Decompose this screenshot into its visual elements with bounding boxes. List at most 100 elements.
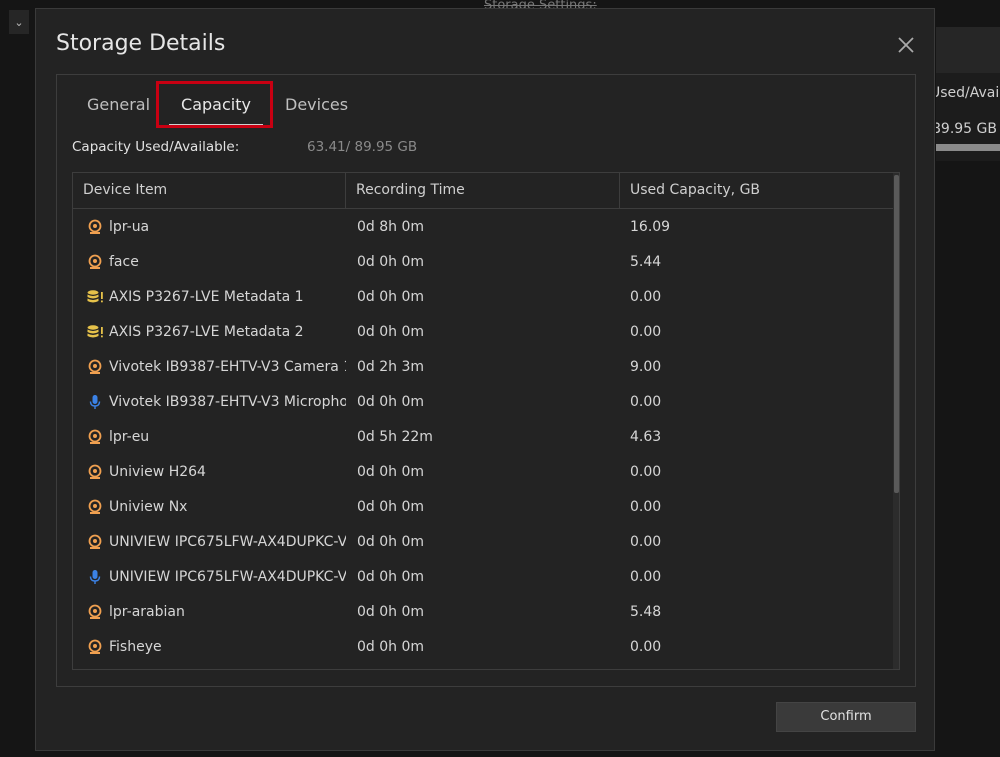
cell-recording-time: 0d 0h 0m — [357, 603, 425, 620]
cell-recording-time: 0d 0h 0m — [357, 498, 425, 515]
table-row[interactable]: lpr-ua 0d 8h 0m 16.09 — [73, 209, 893, 244]
device-name: face — [109, 253, 139, 270]
camera-icon — [86, 428, 104, 446]
cell-used-capacity: 0.00 — [630, 288, 662, 305]
device-name: Vivotek IB9387-EHTV-V3 Camera 1 — [109, 358, 346, 375]
table-row[interactable]: Vivotek IB9387-EHTV-V3 Microphone 0d 0h 0… — [73, 384, 893, 419]
table-body: lpr-ua 0d 8h 0m 16.09 face 0d 0h 0m 5.44 AXIS … — [73, 209, 893, 664]
collapse-chevron-icon[interactable]: ⌄ — [9, 10, 29, 34]
cell-device-item: UNIVIEW IPC675LFW-AX4DUPKC-VG — [73, 568, 346, 586]
cell-used-capacity: 9.00 — [630, 358, 662, 375]
background-panel-header — [936, 27, 1000, 73]
cell-recording-time: 0d 0h 0m — [357, 253, 425, 270]
background-column-label-text: Used/Available — [936, 85, 1000, 101]
scrollbar-thumb[interactable] — [894, 175, 899, 493]
microphone-icon — [86, 393, 104, 411]
column-header-device-item[interactable]: Device Item — [73, 173, 346, 208]
cell-recording-time: 0d 0h 0m — [357, 393, 425, 410]
cell-recording-time: 0d 0h 0m — [357, 533, 425, 550]
capacity-value: 63.41/ 89.95 GB — [307, 139, 418, 155]
metadata-icon — [86, 288, 104, 306]
table-row[interactable]: lpr-arabian 0d 0h 0m 5.48 — [73, 594, 893, 629]
cell-used-capacity: 16.09 — [630, 218, 671, 235]
table-row[interactable]: UNIVIEW IPC675LFW-AX4DUPKC-VG 0d 0h 0m 0.0… — [73, 524, 893, 559]
device-name: Fisheye — [109, 638, 162, 655]
close-button[interactable] — [894, 33, 918, 57]
microphone-icon — [86, 568, 104, 586]
camera-icon — [86, 638, 104, 656]
cell-recording-time: 0d 8h 0m — [357, 218, 425, 235]
camera-icon — [86, 218, 104, 236]
table-row[interactable]: lpr-eu 0d 5h 22m 4.63 — [73, 419, 893, 454]
cell-recording-time: 0d 5h 22m — [357, 428, 433, 445]
camera-icon — [86, 253, 104, 271]
cell-device-item: AXIS P3267-LVE Metadata 1 — [73, 288, 346, 306]
device-name: Uniview H264 — [109, 463, 206, 480]
cell-used-capacity: 0.00 — [630, 568, 662, 585]
cell-recording-time: 0d 0h 0m — [357, 568, 425, 585]
cell-recording-time: 0d 0h 0m — [357, 288, 425, 305]
table-row[interactable]: UNIVIEW IPC675LFW-AX4DUPKC-VG 0d 0h 0m 0.0… — [73, 559, 893, 594]
cell-device-item: Vivotek IB9387-EHTV-V3 Microphone — [73, 393, 346, 411]
cell-recording-time: 0d 0h 0m — [357, 323, 425, 340]
storage-details-dialog: Storage Details General Capacity Devices… — [35, 8, 935, 751]
capacity-table: Device Item Recording Time Used Capacity… — [72, 172, 900, 670]
cell-device-item: lpr-arabian — [73, 603, 346, 621]
table-row[interactable]: Vivotek IB9387-EHTV-V3 Camera 1 0d 2h 3m 9… — [73, 349, 893, 384]
cell-used-capacity: 0.00 — [630, 533, 662, 550]
cell-used-capacity: 0.00 — [630, 393, 662, 410]
table-row[interactable]: AXIS P3267-LVE Metadata 1 0d 0h 0m 0.00 — [73, 279, 893, 314]
cell-device-item: Vivotek IB9387-EHTV-V3 Camera 1 — [73, 358, 346, 376]
camera-icon — [86, 603, 104, 621]
cell-used-capacity: 4.63 — [630, 428, 662, 445]
column-header-used-capacity[interactable]: Used Capacity, GB — [620, 173, 893, 208]
cell-used-capacity: 0.00 — [630, 323, 662, 340]
background-size-value: 89.95 GB — [936, 121, 1000, 137]
device-name: AXIS P3267-LVE Metadata 2 — [109, 323, 304, 340]
table-scrollbar[interactable] — [893, 173, 899, 669]
background-progress-bar — [936, 144, 1000, 151]
device-name: UNIVIEW IPC675LFW-AX4DUPKC-VG — [109, 533, 346, 550]
column-header-recording-time[interactable]: Recording Time — [346, 173, 620, 208]
camera-icon — [86, 498, 104, 516]
device-name: lpr-ua — [109, 218, 150, 235]
cell-device-item: lpr-ua — [73, 218, 346, 236]
table-row[interactable]: Fisheye 0d 0h 0m 0.00 — [73, 629, 893, 664]
camera-icon — [86, 358, 104, 376]
device-name: lpr-eu — [109, 428, 150, 445]
tab-general[interactable]: General — [87, 95, 150, 114]
cell-used-capacity: 0.00 — [630, 463, 662, 480]
background-column-label: Used/Available — [936, 85, 1000, 101]
device-name: Vivotek IB9387-EHTV-V3 Microphone — [109, 393, 346, 410]
table-row[interactable]: Uniview Nx 0d 0h 0m 0.00 — [73, 489, 893, 524]
background-size-text: 89.95 GB — [936, 121, 997, 137]
cell-recording-time: 0d 2h 3m — [357, 358, 425, 375]
table-row[interactable]: AXIS P3267-LVE Metadata 2 0d 0h 0m 0.00 — [73, 314, 893, 349]
cell-used-capacity: 5.44 — [630, 253, 662, 270]
tab-devices[interactable]: Devices — [285, 95, 348, 114]
cell-used-capacity: 0.00 — [630, 638, 662, 655]
camera-icon — [86, 533, 104, 551]
table-row[interactable]: face 0d 0h 0m 5.44 — [73, 244, 893, 279]
highlight-box — [156, 81, 273, 128]
table-header: Device Item Recording Time Used Capacity… — [73, 173, 893, 209]
cell-device-item: face — [73, 253, 346, 271]
dialog-title: Storage Details — [56, 31, 226, 56]
camera-icon — [86, 463, 104, 481]
cell-device-item: AXIS P3267-LVE Metadata 2 — [73, 323, 346, 341]
cell-device-item: UNIVIEW IPC675LFW-AX4DUPKC-VG — [73, 533, 346, 551]
cell-device-item: Fisheye — [73, 638, 346, 656]
cell-used-capacity: 0.00 — [630, 498, 662, 515]
confirm-button[interactable]: Confirm — [776, 702, 916, 732]
tab-frame: General Capacity Devices Capacity Used/A… — [56, 74, 916, 687]
device-name: UNIVIEW IPC675LFW-AX4DUPKC-VG — [109, 568, 346, 585]
close-icon — [898, 37, 914, 53]
device-name: lpr-arabian — [109, 603, 185, 620]
capacity-label: Capacity Used/Available: — [72, 139, 240, 155]
device-name: Uniview Nx — [109, 498, 188, 515]
cell-recording-time: 0d 0h 0m — [357, 463, 425, 480]
device-name: AXIS P3267-LVE Metadata 1 — [109, 288, 304, 305]
table-row[interactable]: Uniview H264 0d 0h 0m 0.00 — [73, 454, 893, 489]
cell-device-item: Uniview Nx — [73, 498, 346, 516]
cell-device-item: Uniview H264 — [73, 463, 346, 481]
